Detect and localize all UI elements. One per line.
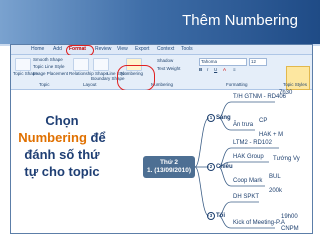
font-size-field[interactable]: 12 [249, 58, 267, 66]
subtopic[interactable]: HAK Group [233, 154, 264, 160]
subtopic[interactable]: Tướng Vy [273, 156, 300, 162]
tab-review[interactable]: Review [95, 46, 111, 52]
topic-line-style-label[interactable]: Topic Line Style [33, 64, 65, 69]
underline-icon[interactable]: U [214, 67, 217, 72]
text-weight-label[interactable]: Text Weight [157, 66, 180, 71]
branch-toi[interactable]: 3 Tối [207, 212, 225, 220]
subtopic[interactable]: CP [259, 118, 267, 124]
subtopic[interactable]: Kick of Meeting-P.A [233, 220, 285, 226]
tab-home[interactable]: Home [31, 46, 44, 52]
italic-icon[interactable]: I [207, 67, 208, 72]
subtopic[interactable]: Ăn trưa [233, 122, 253, 128]
image-placement-label[interactable]: Image Placement [33, 71, 68, 76]
font-size-value: 12 [251, 59, 257, 64]
smooth-shape-label[interactable]: Smooth Shape [33, 57, 63, 62]
subtopic[interactable]: HAK + M [259, 132, 283, 138]
tab-tools[interactable]: Tools [181, 46, 193, 52]
tab-view[interactable]: View [117, 46, 128, 52]
shadow-label[interactable]: Shadow [157, 58, 173, 63]
group-label-layout: Layout [83, 82, 97, 87]
caption-line-2: Numbering để [18, 130, 106, 145]
branch-sang[interactable]: 1 Sáng [207, 114, 231, 122]
subtopic[interactable]: LTM2 - RD102 [233, 140, 272, 146]
group-label-formatting: Formatting [226, 82, 248, 87]
central-topic-line2: 1. (13/09/2010) [146, 167, 192, 174]
number-badge: 1 [207, 114, 215, 122]
ribbon-toolbar: Topic Shape Smooth Shape Topic Line Styl… [11, 55, 312, 91]
font-name-field[interactable]: Tahoma [199, 58, 247, 66]
boundary-shape-button[interactable] [93, 58, 109, 71]
subtopic[interactable]: 7h30 [279, 90, 292, 96]
slide-title: Thêm Numbering [182, 12, 298, 29]
subtopic[interactable]: CNPM [281, 226, 299, 232]
branch-chieu[interactable]: 2 Chiều [207, 163, 233, 171]
central-topic-number: 1 [146, 167, 151, 174]
caption-line-4: tự cho topic [24, 164, 100, 179]
slide-caption: Chọn Numbering để đánh số thứ tự cho top… [4, 112, 120, 180]
caption-highlight: Numbering [18, 130, 87, 145]
slide-title-bar: Thêm Numbering [0, 0, 320, 44]
font-color-icon[interactable]: A [223, 67, 226, 72]
group-label-topic: Topic [39, 82, 50, 87]
relationship-shape-button[interactable] [73, 58, 89, 71]
tab-add[interactable]: Add [53, 46, 62, 52]
subtopic[interactable]: BUL [269, 174, 281, 180]
subtopic[interactable]: DH SPKT [233, 194, 259, 200]
subtopic[interactable]: 19h00 [281, 214, 298, 220]
subtopic[interactable]: Coop Mark [233, 178, 262, 184]
number-badge: 2 [207, 163, 215, 171]
caption-line-3: đánh số thứ [24, 147, 100, 162]
font-name-value: Tahoma [201, 59, 218, 64]
central-topic-line1: Thứ 2 [159, 159, 179, 166]
tab-export[interactable]: Export [135, 46, 149, 52]
caption-line-1: Chọn [45, 113, 79, 128]
subtopic[interactable]: 200k [269, 188, 282, 194]
tab-context[interactable]: Context [157, 46, 174, 52]
ribbon-tab-bar: Home Add Format Review View Export Conte… [11, 45, 312, 56]
number-badge: 3 [207, 212, 215, 220]
align-icon[interactable]: ≡ [233, 67, 236, 72]
bold-icon[interactable]: B [199, 67, 202, 72]
central-topic[interactable]: Thứ 2 1. (13/09/2010) [143, 156, 195, 178]
topic-shape-button[interactable] [15, 58, 31, 71]
numbering-highlight [117, 65, 155, 91]
group-label-styles: Topic Styles [283, 82, 308, 87]
